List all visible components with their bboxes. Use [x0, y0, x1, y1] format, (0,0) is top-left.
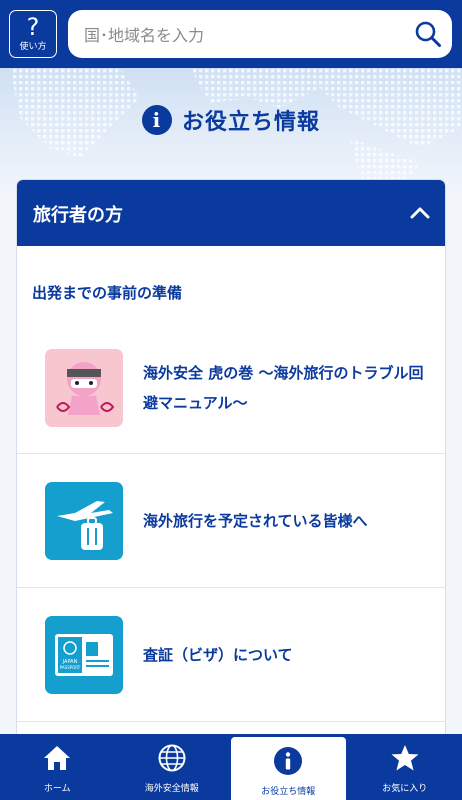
nav-label: ホーム: [43, 784, 71, 794]
question-icon: ?: [26, 13, 40, 41]
airplane-luggage-icon: [45, 481, 123, 560]
bottom-nav: ホーム 海外安全情報 お役立ち情報 お気に入り: [0, 734, 462, 800]
hero-banner: i お役立ち情報: [0, 68, 462, 198]
traveler-card: 旅行者の方 出発までの事前の準備 海外安全 虎の巻 〜海外旅行のトラブル回避マニ…: [17, 180, 445, 800]
nav-label: 海外安全情報: [144, 784, 199, 794]
list-item-label: 査証（ビザ）について: [143, 645, 293, 664]
help-button[interactable]: ? 使い方: [9, 10, 57, 58]
globe-icon: [158, 744, 186, 772]
nav-item-favorites[interactable]: お気に入り: [348, 734, 462, 800]
search-input[interactable]: [82, 10, 406, 60]
traveler-accordion-header[interactable]: 旅行者の方: [17, 180, 445, 246]
search-box: [68, 10, 452, 60]
info-list: 海外安全 虎の巻 〜海外旅行のトラブル回避マニュアル〜 海外旅行を予定されている…: [17, 323, 445, 722]
list-item-travel-safety-manual[interactable]: 海外安全 虎の巻 〜海外旅行のトラブル回避マニュアル〜: [17, 323, 445, 454]
nav-item-safety-info[interactable]: 海外安全情報: [115, 734, 230, 800]
home-icon: [44, 746, 71, 770]
info-icon: i: [141, 105, 172, 135]
nav-item-useful-info[interactable]: お役立ち情報: [231, 737, 346, 800]
passport-icon: JAPAN PASSPORT: [45, 615, 123, 694]
passport-text-line2: PASSPORT: [60, 665, 81, 670]
chevron-up-icon[interactable]: [409, 202, 431, 224]
top-bar: ? 使い方: [0, 0, 462, 68]
list-item-planning-travel[interactable]: 海外旅行を予定されている皆様へ: [17, 454, 445, 588]
info-icon: [274, 747, 303, 775]
list-item-label: 海外旅行を予定されている皆様へ: [143, 511, 368, 530]
nav-label: お気に入り: [382, 784, 428, 794]
card-title: 旅行者の方: [33, 205, 123, 226]
nav-item-home[interactable]: ホーム: [0, 734, 115, 800]
page-title: i お役立ち情報: [0, 104, 462, 136]
list-item-visa[interactable]: JAPAN PASSPORT 査証（ビザ）について: [17, 588, 445, 722]
ninja-mascot-icon: [45, 349, 123, 427]
star-icon: [391, 745, 419, 771]
list-item-label: 海外安全 虎の巻 〜海外旅行のトラブル回避マニュアル〜: [143, 364, 424, 412]
search-icon[interactable]: [414, 20, 442, 48]
help-label: 使い方: [19, 42, 47, 52]
section-label: 出発までの事前の準備: [32, 284, 183, 302]
nav-label: お役立ち情報: [261, 787, 316, 797]
